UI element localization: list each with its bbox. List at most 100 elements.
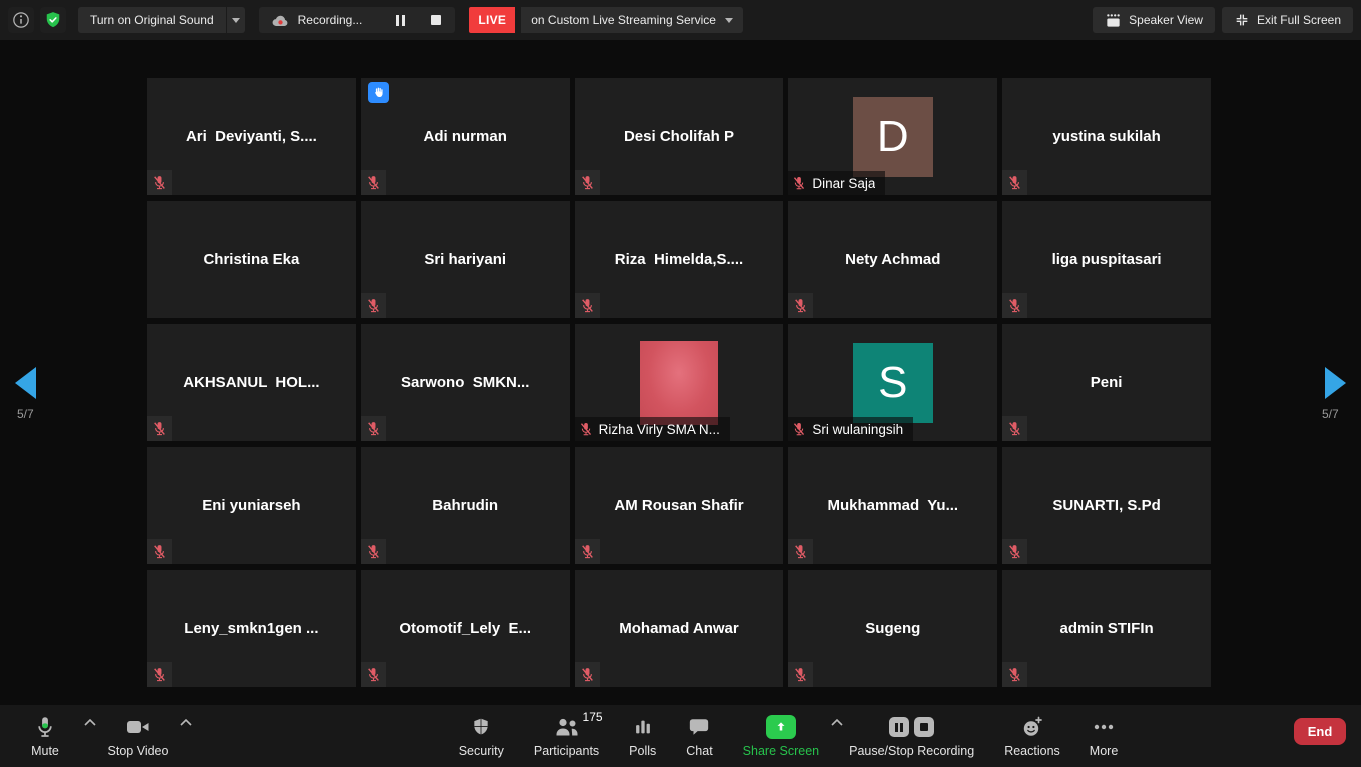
participant-name: Ari Deviyanti, S.... <box>186 128 317 145</box>
participant-name: Bahrudin <box>432 497 498 514</box>
participant-name: Desi Cholifah P <box>624 128 734 145</box>
participant-name: Mohamad Anwar <box>619 620 738 637</box>
participant-tile[interactable]: Mohamad Anwar <box>575 570 784 687</box>
participant-name: Leny_smkn1gen ... <box>184 620 318 637</box>
participant-name: Eni yuniarseh <box>202 497 300 514</box>
participant-name: Dinar Saja <box>812 176 875 191</box>
chat-button[interactable]: Chat <box>686 705 712 767</box>
participant-tile[interactable]: Desi Cholifah P <box>575 78 784 195</box>
muted-mic-icon <box>788 539 813 564</box>
muted-mic-icon <box>361 416 386 441</box>
muted-mic-icon <box>1002 662 1027 687</box>
original-sound-dropdown[interactable] <box>227 7 245 33</box>
pause-recording-icon[interactable] <box>889 717 909 737</box>
participant-gallery: Ari Deviyanti, S.... Adi nurman <box>147 78 1211 687</box>
stop-recording-icon[interactable] <box>431 15 441 25</box>
polls-icon <box>632 714 654 740</box>
original-sound-button[interactable]: Turn on Original Sound <box>78 7 226 33</box>
participant-name: AM Rousan Shafir <box>614 497 743 514</box>
participant-tile[interactable]: admin STIFIn <box>1002 570 1211 687</box>
polls-button[interactable]: Polls <box>629 705 656 767</box>
recording-status-label: Recording... <box>298 13 363 27</box>
participant-tile[interactable]: Rizha Virly SMA N... <box>575 324 784 441</box>
video-options-chevron[interactable] <box>180 719 192 726</box>
exit-full-screen-icon <box>1234 12 1250 28</box>
exit-full-screen-button[interactable]: Exit Full Screen <box>1222 7 1353 33</box>
participant-tile[interactable]: Sugeng <box>788 570 997 687</box>
participants-icon: 175 <box>553 714 581 740</box>
share-screen-button[interactable]: Share Screen <box>743 705 819 767</box>
participant-name: Otomotif_Lely E... <box>399 620 531 637</box>
share-options-chevron[interactable] <box>831 719 843 726</box>
more-button[interactable]: More <box>1090 705 1118 767</box>
participant-tile[interactable]: yustina sukilah <box>1002 78 1211 195</box>
muted-mic-icon <box>1002 293 1027 318</box>
security-shield-icon <box>471 714 491 740</box>
stop-recording-icon[interactable] <box>914 717 934 737</box>
participant-tile[interactable]: Nety Achmad <box>788 201 997 318</box>
participant-name: Sri wulaningsih <box>812 422 903 437</box>
muted-mic-icon <box>791 421 807 437</box>
stop-video-button[interactable]: Stop Video <box>100 705 176 767</box>
pause-recording-icon[interactable] <box>396 15 405 26</box>
top-bar: Turn on Original Sound Recording... LIVE… <box>0 0 1361 40</box>
audio-options-chevron[interactable] <box>84 719 96 726</box>
speaker-view-button[interactable]: Speaker View <box>1093 7 1215 33</box>
participant-tile[interactable]: Sri hariyani <box>361 201 570 318</box>
participants-button[interactable]: 175 Participants <box>534 705 599 767</box>
participant-tile[interactable]: D Dinar Saja <box>788 78 997 195</box>
avatar: D <box>853 97 933 177</box>
participant-tile[interactable]: Adi nurman <box>361 78 570 195</box>
polls-label: Polls <box>629 744 656 758</box>
recording-indicator: Recording... <box>259 7 456 33</box>
participant-tile[interactable]: liga puspitasari <box>1002 201 1211 318</box>
previous-page-arrow[interactable] <box>15 367 36 399</box>
muted-mic-icon <box>147 662 172 687</box>
participant-name: Nety Achmad <box>845 251 940 268</box>
mute-label: Mute <box>31 744 59 758</box>
participant-tile[interactable]: SUNARTI, S.Pd <box>1002 447 1211 564</box>
share-screen-icon <box>766 715 796 739</box>
participant-name: yustina sukilah <box>1052 128 1160 145</box>
end-meeting-button[interactable]: End <box>1294 718 1346 745</box>
participant-name: Christina Eka <box>203 251 299 268</box>
participant-name: Riza Himelda,S.... <box>615 251 743 268</box>
live-stream-service-dropdown[interactable]: on Custom Live Streaming Service <box>521 7 743 33</box>
security-label: Security <box>459 744 504 758</box>
chevron-down-icon <box>725 18 733 23</box>
meeting-info-button[interactable] <box>8 7 34 33</box>
participant-tile[interactable]: AKHSANUL HOL... <box>147 324 356 441</box>
participant-name: admin STIFIn <box>1060 620 1154 637</box>
participant-tile[interactable]: S Sri wulaningsih <box>788 324 997 441</box>
participant-name: Sri hariyani <box>424 251 506 268</box>
security-button[interactable]: Security <box>459 705 504 767</box>
mute-button[interactable]: Mute <box>16 705 74 767</box>
participant-tile[interactable]: Ari Deviyanti, S.... <box>147 78 356 195</box>
participant-tile[interactable]: Christina Eka <box>147 201 356 318</box>
participant-tile[interactable]: Riza Himelda,S.... <box>575 201 784 318</box>
participant-tile[interactable]: Otomotif_Lely E... <box>361 570 570 687</box>
raised-hand-icon <box>368 82 389 103</box>
pause-stop-recording-button[interactable]: Pause/Stop Recording <box>849 705 974 767</box>
reactions-button[interactable]: Reactions <box>1004 705 1060 767</box>
info-icon <box>11 10 31 30</box>
muted-mic-icon <box>1002 170 1027 195</box>
original-sound-label: Turn on Original Sound <box>90 13 214 27</box>
video-camera-icon <box>124 714 152 740</box>
more-dots-icon <box>1091 714 1117 740</box>
chat-label: Chat <box>686 744 712 758</box>
participant-tile[interactable]: Mukhammad Yu... <box>788 447 997 564</box>
participant-tile[interactable]: Peni <box>1002 324 1211 441</box>
participants-label: Participants <box>534 744 599 758</box>
participants-count: 175 <box>583 710 603 724</box>
muted-mic-icon <box>147 170 172 195</box>
encryption-shield-button[interactable] <box>40 7 66 33</box>
participant-tile[interactable]: Eni yuniarseh <box>147 447 356 564</box>
participant-name: Sugeng <box>865 620 920 637</box>
participant-tile[interactable]: AM Rousan Shafir <box>575 447 784 564</box>
next-page-arrow[interactable] <box>1325 367 1346 399</box>
exit-full-screen-label: Exit Full Screen <box>1257 13 1341 27</box>
participant-tile[interactable]: Bahrudin <box>361 447 570 564</box>
participant-tile[interactable]: Leny_smkn1gen ... <box>147 570 356 687</box>
participant-tile[interactable]: Sarwono SMKN... <box>361 324 570 441</box>
